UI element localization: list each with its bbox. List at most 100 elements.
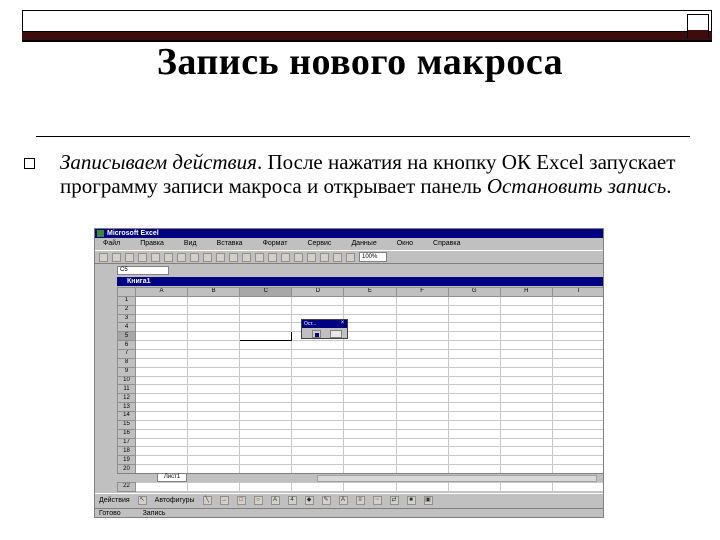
grid-cell[interactable] xyxy=(134,304,189,315)
grid-cell[interactable] xyxy=(499,331,553,342)
grid-cell[interactable] xyxy=(395,322,449,333)
grid-cell[interactable] xyxy=(187,419,241,430)
grid-cell[interactable] xyxy=(499,384,553,395)
save-icon[interactable] xyxy=(125,252,134,262)
grid-cell[interactable] xyxy=(291,419,345,430)
row-header[interactable]: 3 xyxy=(117,313,136,324)
grid-cell[interactable] xyxy=(187,322,241,333)
grid-cell[interactable] xyxy=(343,446,397,457)
grid-cell[interactable] xyxy=(343,402,397,413)
grid-cell[interactable] xyxy=(447,349,501,359)
open-icon[interactable] xyxy=(112,252,121,262)
grid-cell[interactable] xyxy=(447,455,501,466)
grid-cell[interactable] xyxy=(395,384,449,395)
active-cell[interactable] xyxy=(239,331,293,342)
grid-cell[interactable] xyxy=(447,384,501,395)
menu-item-3[interactable]: Вставка xyxy=(217,240,243,247)
redo-icon[interactable] xyxy=(242,252,251,262)
grid-cell[interactable] xyxy=(499,393,553,404)
grid-cell[interactable] xyxy=(447,437,501,448)
column-header[interactable]: F xyxy=(395,287,449,297)
grid-cell[interactable] xyxy=(134,375,189,386)
grid-cell[interactable] xyxy=(239,322,293,333)
row-header[interactable]: 12 xyxy=(117,393,136,404)
sheet-tab-1[interactable]: Лист1 xyxy=(157,474,187,482)
grid-cell[interactable] xyxy=(291,295,345,306)
grid-cell[interactable] xyxy=(291,375,345,386)
row-header[interactable]: 5 xyxy=(117,331,136,342)
grid-cell[interactable] xyxy=(447,313,501,324)
grid-cell[interactable] xyxy=(447,481,501,493)
grid-cell[interactable] xyxy=(343,419,397,430)
oval-icon[interactable]: ○ xyxy=(253,496,263,505)
grid-cell[interactable] xyxy=(395,446,449,457)
grid-cell[interactable] xyxy=(187,393,241,404)
grid-cell[interactable] xyxy=(551,340,603,351)
shadow-icon[interactable]: ■ xyxy=(406,496,416,505)
grid-cell[interactable] xyxy=(239,481,293,493)
grid-cell[interactable] xyxy=(551,322,603,333)
print-icon[interactable] xyxy=(138,252,147,262)
grid-cell[interactable] xyxy=(395,349,449,359)
grid-cell[interactable] xyxy=(291,455,345,466)
select-arrow-icon[interactable]: ↖ xyxy=(137,496,147,505)
grid-cell[interactable] xyxy=(551,331,603,342)
grid-cell[interactable] xyxy=(499,481,553,493)
grid-cell[interactable] xyxy=(187,428,241,439)
grid-cell[interactable] xyxy=(187,384,241,395)
grid-cell[interactable] xyxy=(551,366,603,377)
grid-cell[interactable] xyxy=(447,340,501,351)
grid-cell[interactable] xyxy=(291,428,345,439)
name-box[interactable]: C5 xyxy=(117,266,169,275)
column-header[interactable]: I xyxy=(551,287,603,297)
grid-cell[interactable] xyxy=(187,411,241,421)
row-header[interactable]: 15 xyxy=(117,419,136,430)
grid-cell[interactable] xyxy=(239,304,293,315)
grid-cell[interactable] xyxy=(447,375,501,386)
stop-recording-toolbar[interactable]: Ост... × xyxy=(301,319,348,339)
drawing-icon[interactable] xyxy=(346,252,355,262)
column-header[interactable]: E xyxy=(343,287,397,297)
grid-cell[interactable] xyxy=(239,340,293,351)
grid-cell[interactable] xyxy=(134,393,189,404)
column-header[interactable]: G xyxy=(447,287,501,297)
grid-cell[interactable] xyxy=(395,340,449,351)
grid-cell[interactable] xyxy=(343,428,397,439)
grid-cell[interactable] xyxy=(134,349,189,359)
relative-reference-button[interactable] xyxy=(330,330,342,338)
cut-icon[interactable] xyxy=(177,252,186,262)
row-header[interactable]: 8 xyxy=(117,357,136,368)
grid-cell[interactable] xyxy=(187,402,241,413)
grid-cell[interactable] xyxy=(343,366,397,377)
wordart-icon[interactable]: 4 xyxy=(287,496,297,505)
grid-cell[interactable] xyxy=(134,313,189,324)
row-header[interactable]: 18 xyxy=(117,446,136,457)
grid-cell[interactable] xyxy=(447,411,501,421)
menu-item-0[interactable]: Файл xyxy=(103,240,120,247)
grid-cell[interactable] xyxy=(395,481,449,493)
autoshapes-menu[interactable]: Автофигуры xyxy=(155,497,195,504)
column-header[interactable]: B xyxy=(187,287,241,297)
grid-cell[interactable] xyxy=(551,349,603,359)
row-header[interactable]: 7 xyxy=(117,349,136,359)
stop-recording-button[interactable] xyxy=(312,330,321,338)
select-all-corner[interactable] xyxy=(117,287,136,297)
grid-cell[interactable] xyxy=(551,428,603,439)
grid-cell[interactable] xyxy=(395,366,449,377)
grid-cell[interactable] xyxy=(447,304,501,315)
grid-cell[interactable] xyxy=(343,384,397,395)
grid-cell[interactable] xyxy=(499,366,553,377)
dash-style-icon[interactable]: ┄ xyxy=(372,496,382,505)
grid-cell[interactable] xyxy=(395,304,449,315)
grid-cell[interactable] xyxy=(134,446,189,457)
grid-cell[interactable] xyxy=(187,455,241,466)
grid-cell[interactable] xyxy=(239,402,293,413)
grid-cell[interactable] xyxy=(343,411,397,421)
grid-cell[interactable] xyxy=(343,340,397,351)
row-header[interactable]: 6 xyxy=(117,340,136,351)
grid-cell[interactable] xyxy=(187,340,241,351)
grid-cell[interactable] xyxy=(551,481,603,493)
grid-cell[interactable] xyxy=(395,455,449,466)
row-header[interactable]: 2 xyxy=(117,304,136,315)
grid-cell[interactable] xyxy=(343,455,397,466)
